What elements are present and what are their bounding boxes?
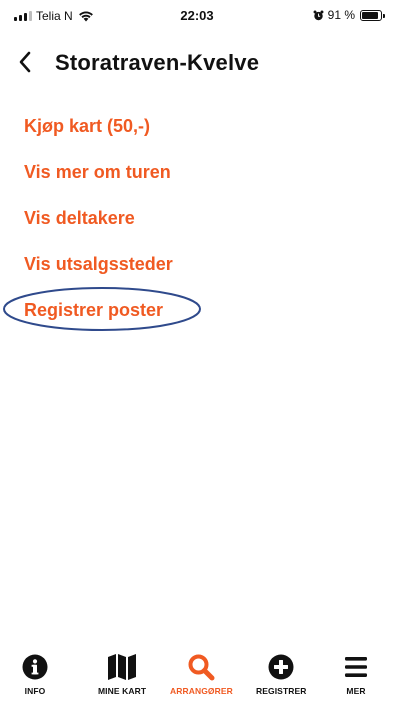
back-button[interactable] bbox=[14, 48, 36, 76]
battery-fill bbox=[362, 11, 379, 19]
tab-more[interactable]: MER bbox=[344, 652, 368, 696]
action-list: Kjøp kart (50,-) Vis mer om turen Vis de… bbox=[24, 106, 173, 336]
trip-details-link[interactable]: Vis mer om turen bbox=[24, 152, 173, 198]
tab-more-label: MER bbox=[346, 686, 366, 696]
info-icon bbox=[22, 654, 48, 680]
tab-organizers-label: ARRANGØRER bbox=[170, 686, 233, 696]
tab-register-label: REGISTRER bbox=[256, 686, 307, 696]
buy-map-link[interactable]: Kjøp kart (50,-) bbox=[24, 106, 173, 152]
tab-my-maps-label: MINE KART bbox=[98, 686, 147, 696]
battery-percent: 91 % bbox=[327, 8, 355, 22]
menu-icon bbox=[345, 657, 367, 677]
map-icon bbox=[108, 654, 137, 680]
battery-icon bbox=[360, 9, 385, 21]
plus-circle-icon bbox=[268, 654, 294, 680]
tab-info-label: INFO bbox=[24, 686, 46, 696]
bottom-tab-bar: INFO MINE KART ARRANGØRER REGISTRER MER bbox=[0, 652, 394, 706]
tab-info[interactable]: INFO bbox=[22, 652, 48, 696]
chevron-left-icon bbox=[19, 51, 31, 73]
register-posts-link[interactable]: Registrer poster bbox=[24, 290, 173, 336]
participants-link[interactable]: Vis deltakere bbox=[24, 198, 173, 244]
tab-register[interactable]: REGISTRER bbox=[256, 652, 307, 696]
nav-header: Storatraven-Kvelve bbox=[0, 40, 394, 84]
tab-organizers[interactable]: ARRANGØRER bbox=[170, 652, 233, 696]
status-right: 91 % bbox=[313, 8, 385, 22]
status-bar: Telia N 22:03 91 % bbox=[0, 0, 394, 34]
retailers-link[interactable]: Vis utsalgssteder bbox=[24, 244, 173, 290]
tab-my-maps[interactable]: MINE KART bbox=[98, 652, 146, 696]
page-title: Storatraven-Kvelve bbox=[55, 50, 260, 75]
search-icon bbox=[188, 654, 215, 681]
alarm-clock-icon bbox=[313, 10, 324, 20]
